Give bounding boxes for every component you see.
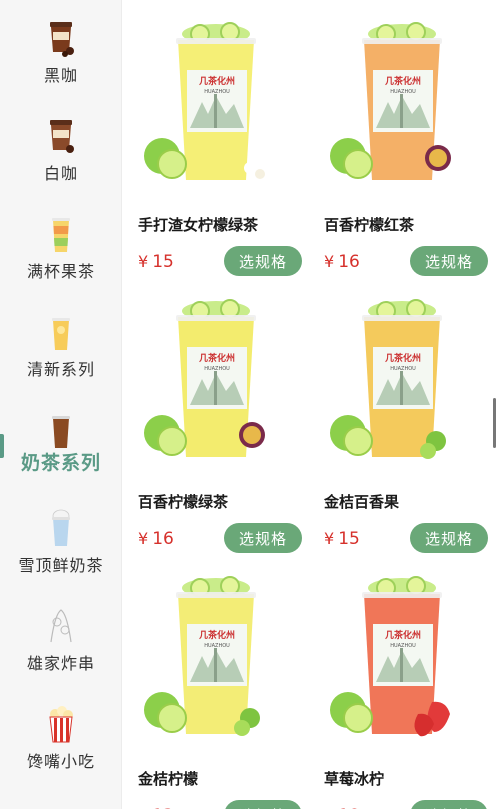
active-category-indicator <box>0 434 4 458</box>
price-value: 15 <box>338 529 360 549</box>
sidebar-item-snowcap-milk-tea[interactable]: 雪顶鲜奶茶 <box>0 490 122 588</box>
product-name: 草莓冰柠 <box>324 770 385 788</box>
product-price: ¥16 <box>138 529 174 549</box>
svg-text:HUAZHOU: HUAZHOU <box>204 89 230 95</box>
product-image[interactable]: 几茶化州 HUAZHOU <box>138 18 308 198</box>
sidebar-item-label: 黑咖 <box>43 66 78 85</box>
sidebar-item-label: 满杯果茶 <box>26 262 95 281</box>
product-card[interactable]: 几茶化州 HUAZHOU 百香柠檬绿茶 ¥16 选规格 <box>138 295 308 555</box>
sidebar-item-black-coffee[interactable]: 黑咖 <box>0 0 122 98</box>
scrollbar[interactable] <box>493 398 496 448</box>
select-spec-button[interactable]: 选规格 <box>410 523 488 553</box>
product-price: ¥15 <box>324 529 360 549</box>
cup-logo: 几茶化州 <box>385 629 421 641</box>
drink-image: 几茶化州 HUAZHOU <box>144 299 265 457</box>
sidebar-item-fruit-tea[interactable]: 满杯果茶 <box>0 196 122 294</box>
black-coffee-icon <box>50 22 74 57</box>
select-spec-button[interactable]: 选规格 <box>224 800 302 809</box>
cup-logo: 几茶化州 <box>385 75 421 87</box>
sidebar-item-label: 清新系列 <box>26 360 95 379</box>
product-price: ¥15 <box>138 252 174 272</box>
product-name: 手打渣女柠檬绿茶 <box>138 216 259 234</box>
product-name: 百香柠檬绿茶 <box>138 493 229 511</box>
sidebar-item-white-coffee[interactable]: 白咖 <box>0 98 122 196</box>
sidebar-item-fried-skewer[interactable]: 雄家炸串 <box>0 588 122 686</box>
svg-text:HUAZHOU: HUAZHOU <box>390 643 416 649</box>
product-image[interactable]: 几茶化州 HUAZHOU <box>324 572 494 752</box>
fruit-tea-icon <box>52 218 70 252</box>
select-spec-button[interactable]: 选规格 <box>410 800 488 809</box>
product-image[interactable]: 几茶化州 HUAZHOU <box>324 18 494 198</box>
product-image[interactable]: 几茶化州 HUAZHOU <box>138 572 308 752</box>
currency-symbol: ¥ <box>324 252 335 271</box>
sidebar-item-label: 奶茶系列 <box>20 452 101 474</box>
fried-skewer-icon <box>50 609 72 643</box>
product-image[interactable]: 几茶化州 HUAZHOU <box>138 295 308 475</box>
price-value: 16 <box>152 529 174 549</box>
currency-symbol: ¥ <box>138 529 149 548</box>
select-spec-button[interactable]: 选规格 <box>224 523 302 553</box>
drink-image: 几茶化州 HUAZHOU <box>144 22 265 180</box>
product-card[interactable]: 几茶化州 HUAZHOU 手打渣女柠檬绿茶 ¥15 选规格 <box>138 18 308 278</box>
drink-image: 几茶化州 HUAZHOU <box>330 576 450 737</box>
product-card[interactable]: 几茶化州 HUAZHOU 金桔百香果 ¥15 选规格 <box>324 295 494 555</box>
price-value: 15 <box>152 252 174 272</box>
currency-symbol: ¥ <box>324 529 335 548</box>
svg-text:HUAZHOU: HUAZHOU <box>390 89 416 95</box>
drink-image: 几茶化州 HUAZHOU <box>330 299 446 459</box>
product-name: 百香柠檬红茶 <box>324 216 415 234</box>
product-name: 金桔柠檬 <box>138 770 199 788</box>
select-spec-button[interactable]: 选规格 <box>224 246 302 276</box>
cup-logo: 几茶化州 <box>199 629 235 641</box>
snack-popcorn-icon <box>49 706 73 743</box>
cup-logo: 几茶化州 <box>385 352 421 364</box>
product-card[interactable]: 几茶化州 HUAZHOU 百香柠檬红茶 ¥16 选规格 <box>324 18 494 278</box>
drink-image: 几茶化州 HUAZHOU <box>330 22 451 180</box>
product-image[interactable]: 几茶化州 HUAZHOU <box>324 295 494 475</box>
snowcap-milk-tea-icon <box>52 509 70 546</box>
product-card[interactable]: 几茶化州 HUAZHOU 草莓冰柠 ¥18 选规格 <box>324 572 494 809</box>
drink-image: 几茶化州 HUAZHOU <box>144 576 260 736</box>
cup-logo: 几茶化州 <box>199 352 235 364</box>
select-spec-button[interactable]: 选规格 <box>410 246 488 276</box>
svg-text:HUAZHOU: HUAZHOU <box>204 643 230 649</box>
currency-symbol: ¥ <box>138 252 149 271</box>
sidebar-item-milk-tea[interactable]: 奶茶系列 <box>0 392 122 490</box>
white-coffee-icon <box>50 120 74 153</box>
sidebar-item-fresh-series[interactable]: 清新系列 <box>0 294 122 392</box>
sidebar-item-label: 馋嘴小吃 <box>26 752 95 771</box>
cup-logo: 几茶化州 <box>199 75 235 87</box>
sidebar-item-label: 雄家炸串 <box>26 654 95 673</box>
milk-tea-icon <box>52 416 70 448</box>
svg-text:HUAZHOU: HUAZHOU <box>204 366 230 372</box>
fresh-series-icon <box>52 318 70 350</box>
product-price: ¥16 <box>324 252 360 272</box>
sidebar-item-snacks[interactable]: 馋嘴小吃 <box>0 686 122 784</box>
sidebar-item-label: 白咖 <box>43 164 78 183</box>
price-value: 16 <box>338 252 360 272</box>
product-card[interactable]: 几茶化州 HUAZHOU 金桔柠檬 ¥13 选规格 <box>138 572 308 809</box>
sidebar-item-label: 雪顶鲜奶茶 <box>18 556 104 575</box>
category-sidebar: 黑咖 白咖 满杯果茶 清新系列 奶茶系列 雪顶鲜奶茶 雄家炸串 馋嘴小吃 <box>0 0 122 809</box>
product-name: 金桔百香果 <box>324 493 400 511</box>
svg-text:HUAZHOU: HUAZHOU <box>390 366 416 372</box>
